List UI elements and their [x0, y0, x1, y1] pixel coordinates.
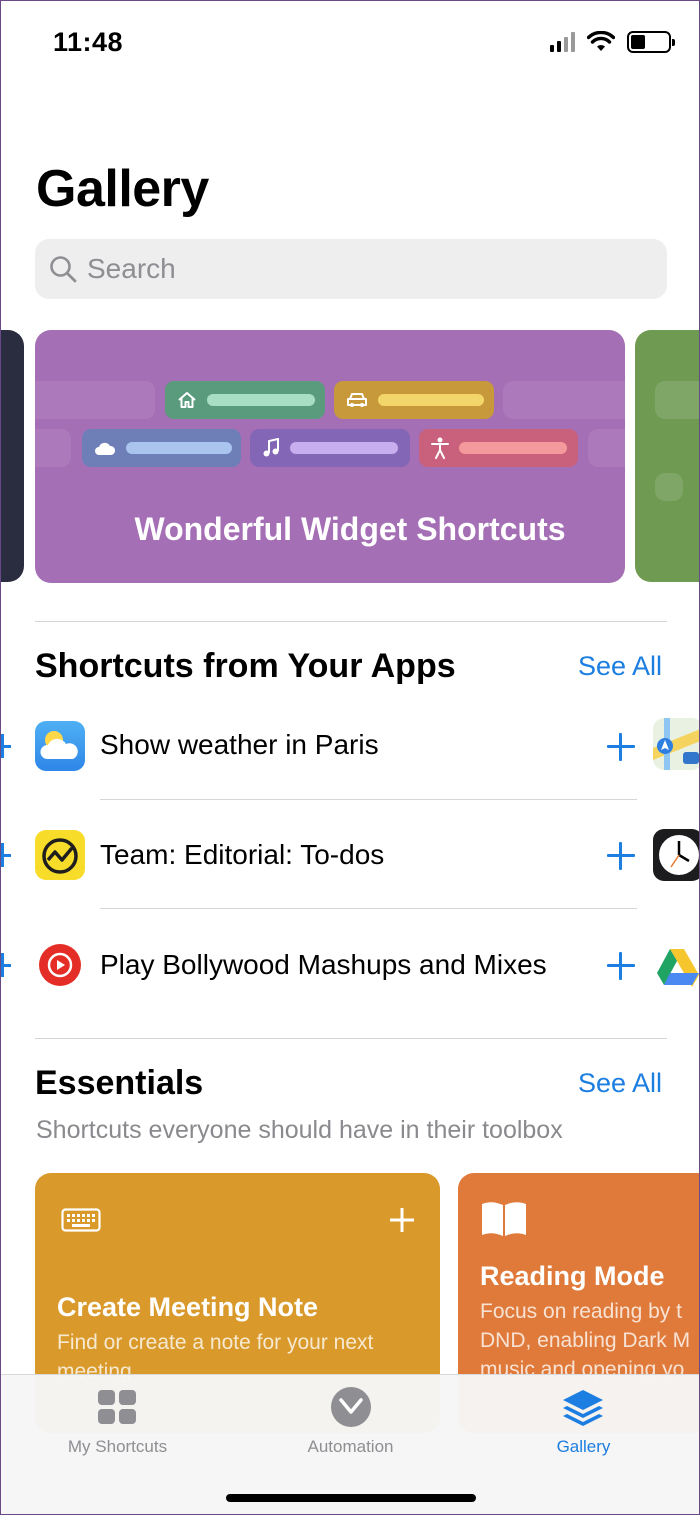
status-icons [550, 31, 675, 53]
shortcut-label: Play Bollywood Mashups and Mixes [100, 949, 547, 980]
wifi-icon [587, 31, 615, 51]
clock-app-icon[interactable] [653, 829, 699, 881]
divider [35, 1038, 667, 1039]
divider [35, 621, 667, 622]
card-description: Focus on reading by t [480, 1300, 682, 1323]
add-shortcut-button[interactable] [607, 733, 635, 761]
widget-pill-accessibility [419, 429, 578, 467]
clock-check-icon [331, 1387, 371, 1427]
music-note-icon [263, 438, 279, 457]
tab-label: My Shortcuts [67, 1437, 168, 1456]
card-title: Reading Mode [480, 1261, 665, 1291]
status-time: 11:48 [53, 27, 124, 57]
keyboard-icon [61, 1208, 101, 1232]
cloud-icon [95, 442, 116, 455]
essentials-subtitle: Shortcuts everyone should have in their … [36, 1116, 563, 1144]
tab-my-shortcuts[interactable]: My Shortcuts [1, 1375, 234, 1475]
hero-title: Wonderful Widget Shortcuts [134, 511, 566, 547]
search-bar[interactable] [35, 239, 667, 299]
add-icon[interactable] [1, 843, 15, 867]
essentials-section-title: Essentials [35, 1064, 204, 1102]
page-title: Gallery [36, 160, 209, 218]
battery-icon [627, 31, 675, 53]
add-shortcut-button[interactable] [607, 842, 635, 870]
weather-app-icon [35, 721, 85, 771]
search-input[interactable] [87, 253, 627, 285]
apps-see-all-link[interactable]: See All [578, 651, 662, 682]
book-icon [482, 1202, 526, 1236]
screen: 11:48 Gallery Search Wonderful Widget Sh… [0, 0, 700, 1515]
home-indicator[interactable] [226, 1494, 476, 1502]
hero-card-next[interactable] [635, 330, 699, 582]
add-icon[interactable] [389, 1207, 415, 1233]
shortcut-row[interactable]: Team: Editorial: To-dos [1, 800, 699, 910]
card-description: DND, enabling Dark M [480, 1329, 691, 1352]
widget-pill-cloud [82, 429, 241, 467]
widget-pill-home [165, 381, 325, 419]
tab-automation[interactable]: Automation [234, 1375, 467, 1475]
shortcut-label: Team: Editorial: To-dos [100, 839, 385, 870]
card-description: Find or create a note for your next [57, 1331, 374, 1354]
grid-icon [98, 1390, 136, 1424]
maps-app-icon[interactable] [653, 718, 699, 770]
widget-pill-car [334, 381, 494, 419]
apps-section-title: Shortcuts from Your Apps [35, 647, 456, 685]
shortcut-row[interactable]: Show weather in Paris [1, 691, 699, 801]
cellular-signal-icon [550, 32, 575, 52]
tab-label: Gallery [556, 1437, 611, 1456]
search-icon [50, 256, 77, 283]
add-shortcut-button[interactable] [607, 952, 635, 980]
google-drive-app-icon[interactable] [653, 941, 699, 993]
layers-icon [563, 1390, 603, 1426]
youtube-music-app-icon [35, 940, 85, 990]
basecamp-app-icon [35, 830, 85, 880]
shortcut-row[interactable]: Play Bollywood Mashups and Mixes [1, 909, 699, 1019]
card-title: Create Meeting Note [57, 1292, 319, 1322]
tab-gallery[interactable]: Gallery [467, 1375, 699, 1475]
add-icon[interactable] [1, 953, 15, 977]
widget-pill-music [250, 429, 410, 467]
accessibility-icon [431, 437, 449, 459]
car-icon [347, 393, 367, 407]
shortcut-label: Show weather in Paris [100, 729, 379, 760]
add-icon[interactable] [1, 734, 15, 758]
essentials-see-all-link[interactable]: See All [578, 1068, 662, 1099]
home-icon [178, 392, 196, 408]
tab-label: Automation [307, 1437, 394, 1456]
